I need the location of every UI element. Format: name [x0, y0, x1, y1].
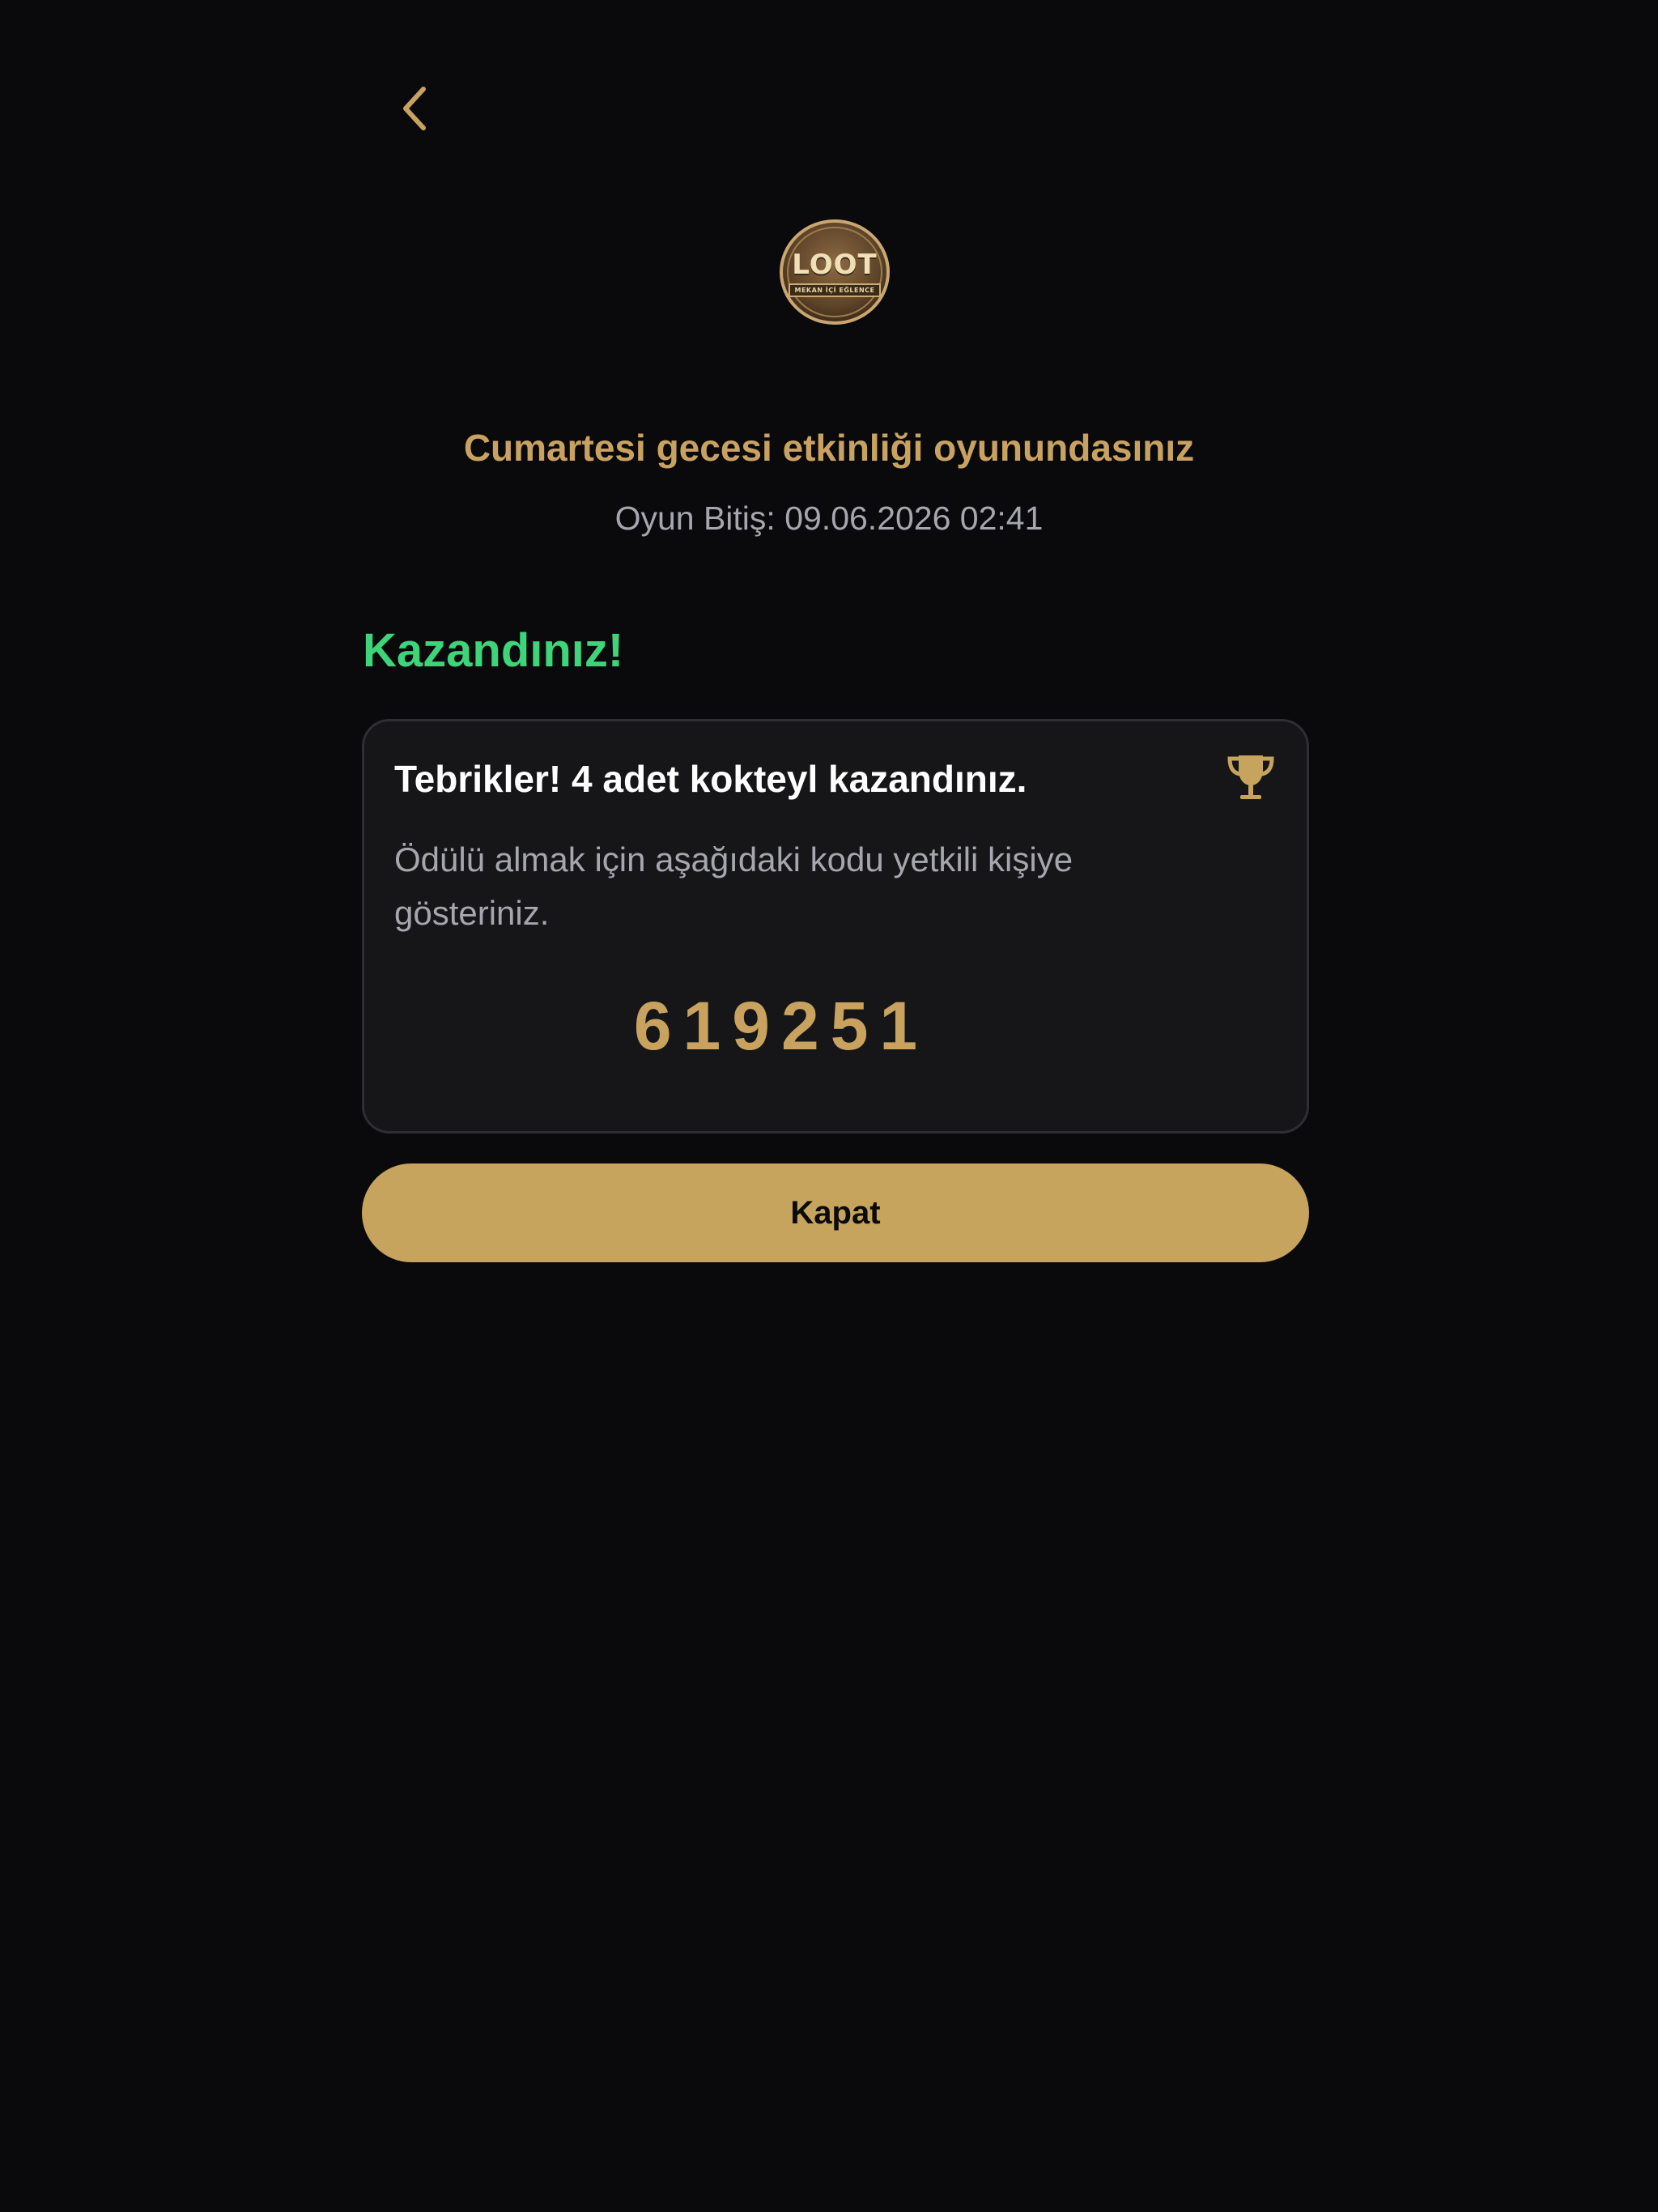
chevron-left-icon — [403, 87, 426, 130]
prize-card: Tebrikler! 4 adet kokteyl kazandınız. Öd… — [362, 719, 1309, 1134]
game-end-time: Oyun Bitiş: 09.06.2026 02:41 — [614, 500, 1044, 537]
app-logo: LOOT MEKAN İÇİ EĞLENCE — [778, 219, 891, 325]
prize-description: Ödülü almak için aşağıdaki kodu yetkili … — [394, 840, 1073, 932]
game-title: Cumartesi gecesi etkinliği oyunundasınız — [463, 427, 1195, 469]
close-button[interactable]: Kapat — [362, 1163, 1309, 1262]
logo-emblem — [780, 219, 890, 325]
prize-title: Tebrikler! 4 adet kokteyl kazandınız. — [394, 758, 1027, 800]
prize-code: 619251 — [633, 988, 929, 1064]
back-button[interactable] — [387, 78, 444, 139]
result-heading: Kazandınız! — [363, 624, 624, 677]
trophy-icon — [1227, 755, 1274, 799]
